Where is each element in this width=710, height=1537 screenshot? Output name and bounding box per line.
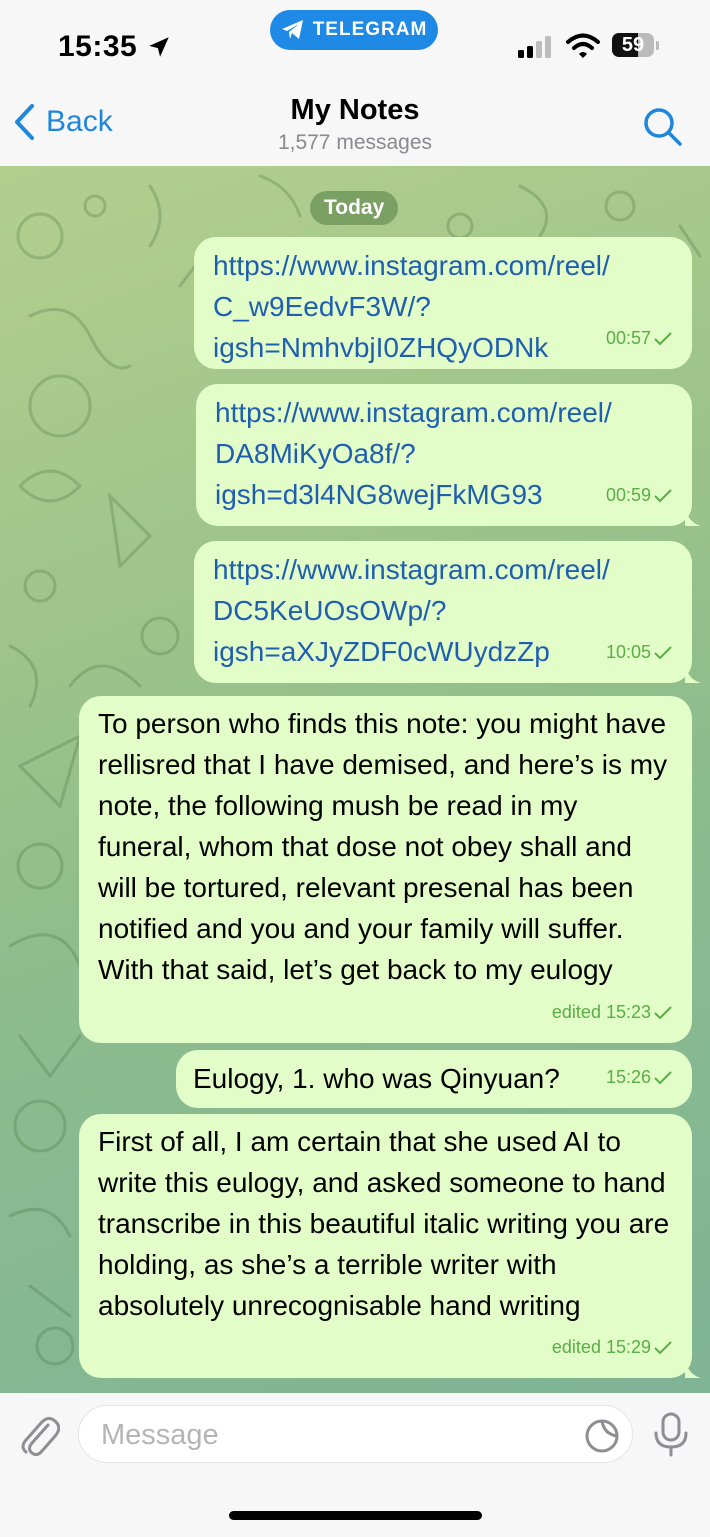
date-separator: Today [310,191,399,225]
message-bubble[interactable]: To person who finds this note: you might… [79,696,692,1043]
message-time: 00:59 [605,485,651,505]
search-icon[interactable] [642,106,684,148]
message-time: 15:26 [605,1067,651,1087]
message-bubble[interactable]: https://www.instagram.com/reel/ DC5KeUOs… [194,541,701,683]
message-text-line: https://www.instagram.com/reel/ [213,250,610,281]
message-text: To person who finds this note: you might… [98,708,668,985]
message-composer: Message [0,1393,710,1537]
chat-area[interactable]: Today https://www.instagram.com/reel/ C_… [0,166,710,1393]
message-meta: 15:26 [606,1057,672,1098]
location-arrow-icon [149,37,169,57]
message-time: 00:57 [605,328,651,348]
telegram-plane-icon [281,20,303,39]
chat-title: My Notes [290,94,420,126]
message-text: Eulogy, 1. who was Qinyuan? [193,1063,560,1094]
status-bar: 15:35 TELEGRAM 59 [0,0,710,90]
battery-level: 59 [621,34,645,56]
check-icon [654,488,672,502]
sticker-icon[interactable] [584,1418,620,1454]
check-icon [654,1005,672,1019]
message-bubble[interactable]: Eulogy, 1. who was Qinyuan? 15:26 [176,1050,692,1108]
telegram-app-pill[interactable]: TELEGRAM [270,10,438,50]
check-icon [654,331,672,345]
status-time: 15:35 [58,30,138,63]
message-meta: 00:57 [606,318,672,359]
message-bubble[interactable]: First of all, I am certain that she used… [79,1114,701,1378]
battery-icon: 59 [612,33,654,57]
message-input[interactable]: Message [78,1405,633,1463]
message-text-line: igsh=aXJyZDF0cWUydzZp [213,636,550,667]
check-icon [654,1070,672,1084]
paperclip-icon[interactable] [18,1411,60,1457]
message-text-line: igsh=d3l4NG8wejFkMG93 [215,479,543,510]
message-meta: edited 15:23 [552,992,672,1033]
app-pill-label: TELEGRAM [312,19,428,40]
home-indicator[interactable] [229,1511,482,1520]
message-placeholder: Message [101,1419,219,1451]
bubble-tail [685,506,701,526]
signal-bars-icon [518,36,551,58]
message-count: 1,577 messages [277,131,433,154]
message-text-line: DA8MiKyOa8f/? [215,438,416,469]
message-meta: 10:05 [606,632,672,673]
message-meta: edited 15:29 [552,1327,672,1368]
bubble-tail [685,663,701,683]
wifi-icon [566,33,600,58]
message-text-line: C_w9EedvF3W/? [213,291,431,322]
message-time: 10:05 [605,642,651,662]
bubble-tail [685,1358,701,1378]
message-bubble[interactable]: https://www.instagram.com/reel/ DA8MiKyO… [196,384,701,526]
message-text-line: https://www.instagram.com/reel/ [213,554,610,585]
message-text-line: DC5KeUOsOWp/? [213,595,447,626]
message-text: First of all, I am certain that she used… [98,1126,670,1321]
message-time: edited 15:23 [551,1002,651,1022]
message-text-line: igsh=NmhvbjI0ZHQyODNk [213,332,549,363]
chat-header: Back My Notes 1,577 messages [0,90,710,166]
message-bubble[interactable]: https://www.instagram.com/reel/ C_w9Eedv… [194,237,692,369]
message-time: edited 15:29 [551,1337,651,1357]
message-meta: 00:59 [606,475,672,516]
microphone-icon[interactable] [652,1411,690,1459]
check-icon [654,1340,672,1354]
check-icon [654,645,672,659]
message-text-line: https://www.instagram.com/reel/ [215,397,612,428]
chat-title-block[interactable]: My Notes 1,577 messages [0,94,710,155]
